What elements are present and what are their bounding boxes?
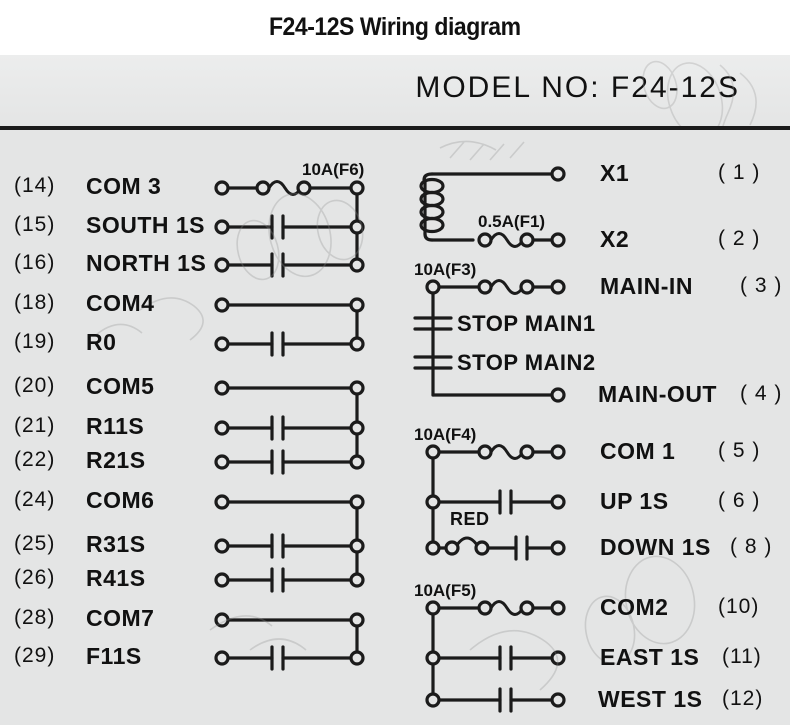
terminal-com6: COM6 bbox=[86, 487, 155, 513]
terminal-com5: COM5 bbox=[86, 373, 155, 399]
label-stop-main2: STOP MAIN2 bbox=[457, 350, 596, 375]
terminal-north-1s: NORTH 1S bbox=[86, 250, 207, 276]
diagram-panel: 10A(F6) (14) COM 3 (15) SOUTH 1S (16) NO… bbox=[0, 130, 790, 725]
terminal-west-1s: WEST 1S bbox=[598, 686, 703, 712]
pin-16: (16) bbox=[14, 251, 56, 274]
pin-5: ( 5 ) bbox=[718, 439, 761, 462]
page-title: F24-12S Wiring diagram bbox=[269, 13, 521, 41]
pin-22: (22) bbox=[14, 448, 56, 471]
fuse-label-f4: 10A(F4) bbox=[414, 425, 477, 444]
model-bar: MODEL NO: F24-12S bbox=[0, 55, 790, 154]
terminal-r0: R0 bbox=[86, 329, 117, 355]
terminal-com7: COM7 bbox=[86, 605, 155, 631]
terminal-r31s: R31S bbox=[86, 531, 146, 557]
terminal-f11s: F11S bbox=[86, 643, 142, 669]
pin-14: (14) bbox=[14, 174, 56, 197]
pin-2: ( 2 ) bbox=[718, 227, 761, 250]
fuse-label-f5: 10A(F5) bbox=[414, 581, 477, 600]
terminal-r11s: R11S bbox=[86, 413, 145, 439]
terminal-main-out: MAIN-OUT bbox=[598, 381, 717, 407]
fuse-label-f6: 10A(F6) bbox=[302, 160, 365, 179]
terminal-com-3: COM 3 bbox=[86, 173, 162, 199]
pin-21: (21) bbox=[14, 414, 56, 437]
terminal-com2: COM2 bbox=[600, 594, 669, 620]
pin-29: (29) bbox=[14, 644, 56, 667]
label-stop-main1: STOP MAIN1 bbox=[457, 311, 596, 336]
terminal-x2: X2 bbox=[600, 226, 630, 252]
pin-25: (25) bbox=[14, 532, 56, 555]
terminal-down-1s: DOWN 1S bbox=[600, 534, 711, 560]
terminal-r21s: R21S bbox=[86, 447, 146, 473]
pin-11: (11) bbox=[722, 645, 762, 668]
terminal-nodes bbox=[214, 166, 566, 708]
pin-15: (15) bbox=[14, 213, 56, 236]
terminal-south-1s: SOUTH 1S bbox=[86, 212, 206, 238]
terminal-east-1s: EAST 1S bbox=[600, 644, 700, 670]
label-red: RED bbox=[450, 509, 490, 529]
title-bar: F24-12S Wiring diagram bbox=[0, 0, 790, 55]
pin-26: (26) bbox=[14, 566, 56, 589]
terminal-com4: COM4 bbox=[86, 290, 155, 316]
pin-4: ( 4 ) bbox=[740, 382, 783, 405]
pin-19: (19) bbox=[14, 330, 56, 353]
pin-10: (10) bbox=[718, 595, 760, 618]
pin-24: (24) bbox=[14, 488, 56, 511]
pin-1: ( 1 ) bbox=[718, 161, 761, 184]
pin-8: ( 8 ) bbox=[730, 535, 773, 558]
pin-20: (20) bbox=[14, 374, 56, 397]
terminal-x1: X1 bbox=[600, 160, 630, 186]
terminal-main-in: MAIN-IN bbox=[600, 273, 693, 299]
pin-28: (28) bbox=[14, 606, 56, 629]
fuse-label-f1: 0.5A(F1) bbox=[478, 212, 546, 231]
pin-3: ( 3 ) bbox=[740, 274, 783, 297]
terminal-r41s: R41S bbox=[86, 565, 146, 591]
terminal-up-1s: UP 1S bbox=[600, 488, 669, 514]
model-number-label: MODEL NO: F24-12S bbox=[415, 71, 740, 104]
wiring-diagram-page: F24-12S Wiring diagram MODEL NO: F24-12S bbox=[0, 0, 790, 725]
terminal-com-1: COM 1 bbox=[600, 438, 676, 464]
pin-6: ( 6 ) bbox=[718, 489, 761, 512]
pin-18: (18) bbox=[14, 291, 56, 314]
fuse-label-f3: 10A(F3) bbox=[414, 260, 477, 279]
pin-12: (12) bbox=[722, 687, 764, 710]
